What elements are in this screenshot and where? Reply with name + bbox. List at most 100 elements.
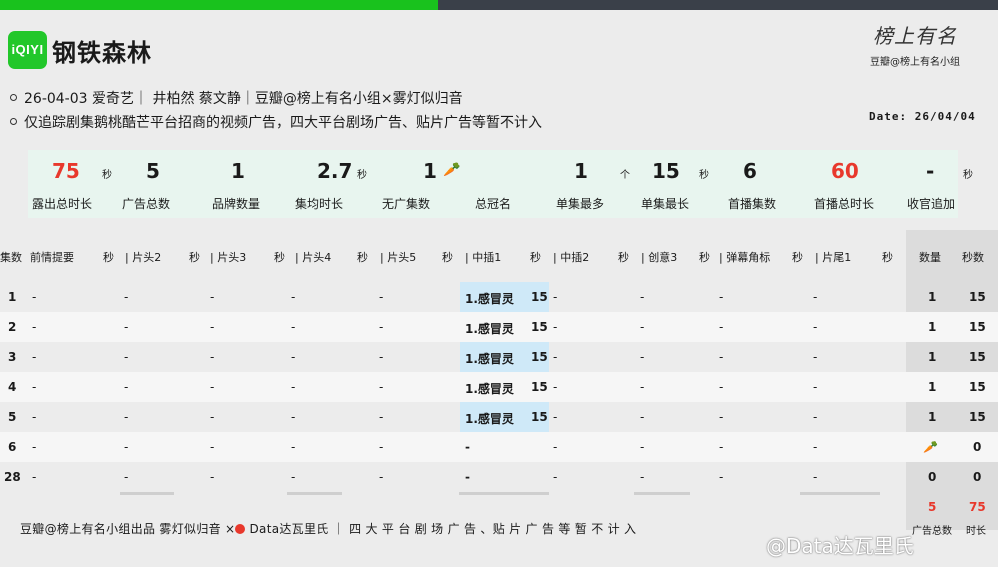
table-cell: - [291, 350, 296, 364]
table-cell: - [32, 350, 37, 364]
table-cell: - [291, 440, 296, 454]
column-header: 秒 [882, 251, 893, 264]
stat-value: 1 [231, 159, 245, 183]
table-cell: - [379, 350, 384, 364]
row-ad-count: 1 [928, 350, 937, 364]
column-header: 前情提要 [30, 251, 74, 264]
row-ad-seconds: 15 [969, 380, 986, 394]
table-cell: - [124, 290, 129, 304]
stat-value: 5 [146, 159, 160, 183]
table-cell: - [813, 320, 818, 334]
row-ad-count: 1 [928, 410, 937, 424]
stat-value: 2.7 [317, 159, 353, 183]
table-cell: - [553, 380, 558, 394]
row-ad-seconds: 0 [973, 470, 982, 484]
table-cell: 1.感冒灵 [465, 382, 514, 396]
table-cell: 15 [531, 320, 548, 334]
table-row: 3- - - - -1.感冒灵 15- - - -1 15 [0, 342, 998, 372]
column-header: | 弹幕角标 [719, 251, 771, 264]
table-cell: - [124, 440, 129, 454]
stat-label: 露出总时长 [32, 197, 93, 211]
weibo-watermark: @Data达瓦里氏 [766, 534, 914, 558]
table-cell: - [465, 470, 470, 484]
stat-value: 1 [574, 159, 588, 183]
table-cell: - [210, 410, 215, 424]
divider [287, 492, 342, 495]
episode-number: 6 [8, 440, 17, 454]
stat-value: 15 [652, 159, 680, 183]
stat-unit: 秒 [102, 170, 112, 181]
info-line-note-text: 仅追踪剧集鹅桃酷芒平台招商的视频广告，四大平台剧场广告、贴片广告等暂不计入 [24, 115, 542, 131]
column-header: | 中插1 [465, 251, 502, 264]
row-ad-seconds: 15 [969, 410, 986, 424]
table-cell: - [210, 320, 215, 334]
table-cell: - [640, 440, 645, 454]
table-cell: - [640, 380, 645, 394]
row-ad-seconds: 15 [969, 320, 986, 334]
table-cell: - [553, 290, 558, 304]
bullet-icon [10, 94, 17, 101]
table-cell: - [32, 320, 37, 334]
table-header: 集数 前情提要 秒 | 片头2 秒 | 片头3 秒 | 片头4 秒 | 片头5 秒 | 中插1 秒 | 中… [0, 230, 998, 282]
table-cell: - [553, 410, 558, 424]
stat-label: 集均时长 [295, 197, 344, 211]
column-header: 秒 [699, 251, 710, 264]
column-header: | 中插2 [553, 251, 590, 264]
table-cell: 15 [531, 290, 548, 304]
table-cell: 1.感冒灵 [465, 322, 514, 336]
row-ad-count: 0 [928, 470, 937, 484]
iqiyi-logo-icon: iQIYI [8, 31, 47, 69]
table-cell: - [124, 380, 129, 394]
episode-number: 4 [8, 380, 17, 394]
bullet-icon [10, 118, 17, 125]
info-line-meta-text: 26-04-03 爱奇艺｜ 井柏然 蔡文静｜豆瓣@榜上有名小组×雾灯似归音 [24, 91, 463, 107]
brand-subtitle: 豆瓣@榜上有名小组 [870, 57, 960, 68]
column-header: | 创意3 [641, 251, 678, 264]
table-cell: - [32, 410, 37, 424]
row-ad-count: 1 [928, 290, 937, 304]
column-header: | 片尾1 [815, 251, 852, 264]
table-cell: - [719, 440, 724, 454]
stat-value: 60 [831, 159, 859, 183]
stat-value: 1 [423, 159, 437, 183]
column-header: 秒 [189, 251, 200, 264]
total-count-label: 广告总数 [912, 526, 952, 537]
stat-label: 无广集数 [382, 197, 431, 211]
table-cell: - [813, 350, 818, 364]
table-cell: - [719, 410, 724, 424]
stat-unit: 秒 [699, 170, 709, 181]
brand-logo-script: 榜上有名 [873, 24, 957, 48]
row-ad-seconds: 15 [969, 350, 986, 364]
stat-label: 收官追加 [907, 197, 956, 211]
column-header: 秒 [357, 251, 368, 264]
total-seconds: 75 [969, 500, 986, 514]
total-seconds-label: 时长 [966, 526, 986, 537]
episode-number: 1 [8, 290, 17, 304]
episode-number: 2 [8, 320, 17, 334]
table-cell: - [640, 350, 645, 364]
table-row: 28- - - - - - - - - -0 0 [0, 462, 998, 492]
table-cell: - [291, 380, 296, 394]
table-cell: - [379, 290, 384, 304]
table-cell: - [553, 440, 558, 454]
divider [120, 492, 174, 495]
column-header: | 片头2 [125, 251, 162, 264]
info-line-note: 仅追踪剧集鹅桃酷芒平台招商的视频广告，四大平台剧场广告、贴片广告等暂不计入 [10, 112, 542, 132]
stat-label: 单集最长 [641, 197, 690, 211]
column-header: | 片头3 [210, 251, 247, 264]
table-cell: - [291, 410, 296, 424]
row-ad-seconds: 15 [969, 290, 986, 304]
stat-label: 首播集数 [728, 197, 777, 211]
table-cell: - [813, 440, 818, 454]
total-count: 5 [928, 500, 937, 514]
column-header: 秒数 [962, 251, 984, 264]
table-row: 1- - - - -1.感冒灵 15- - - -1 15 [0, 282, 998, 312]
table-row: 5- - - - -1.感冒灵 15- - - -1 15 [0, 402, 998, 432]
table-cell: - [210, 470, 215, 484]
show-title: 钢铁森林 [52, 39, 152, 67]
table-cell: - [379, 470, 384, 484]
column-header: 秒 [442, 251, 453, 264]
episode-number: 5 [8, 410, 17, 424]
table-cell: - [124, 410, 129, 424]
top-dark-bar [438, 0, 998, 10]
